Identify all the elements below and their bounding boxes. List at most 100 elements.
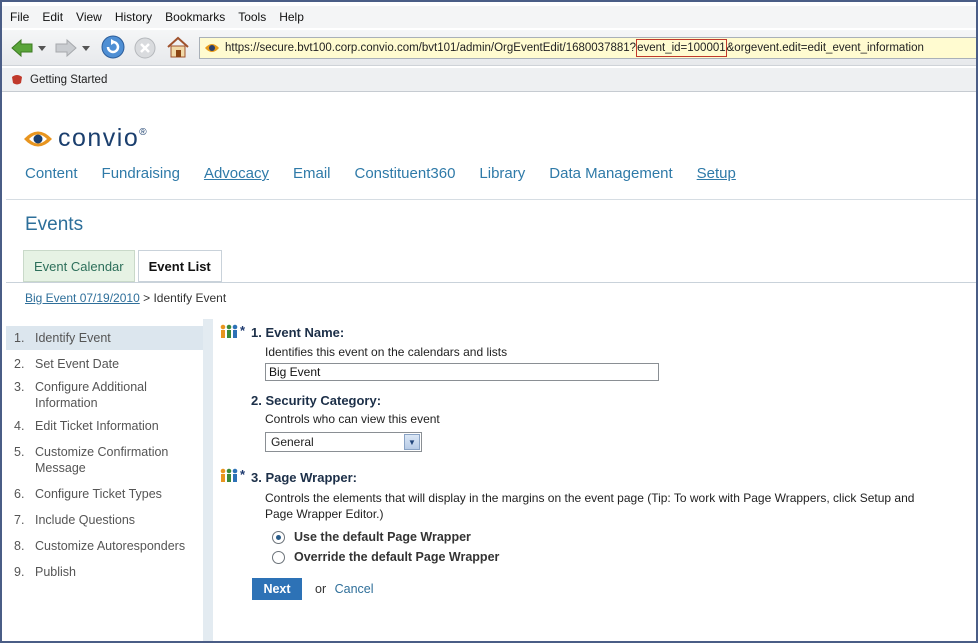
security-category-label: 2. Security Category: xyxy=(251,393,382,408)
step-label: Set Event Date xyxy=(35,357,120,371)
event-name-hint: Identifies this event on the calendars a… xyxy=(265,345,508,359)
browser-window: File Edit View History Bookmarks Tools H… xyxy=(0,0,978,643)
url-text-prefix: https://secure.bvt100.corp.convio.com/bv… xyxy=(225,42,637,54)
security-category-hint: Controls who can view this event xyxy=(265,412,440,426)
url-text-suffix: &orgevent.edit=edit_event_information xyxy=(726,42,924,54)
radio-use-default-wrapper[interactable]: Use the default Page Wrapper xyxy=(272,530,471,544)
radio-button[interactable] xyxy=(272,550,285,564)
radio-label: Use the default Page Wrapper xyxy=(294,530,471,544)
step-item-customize-autoresponders[interactable]: 8. Customize Autoresponders xyxy=(6,538,203,564)
getting-started-icon xyxy=(12,74,22,84)
step-item-include-questions[interactable]: 7. Include Questions xyxy=(6,512,203,538)
chevron-down-icon[interactable]: ▼ xyxy=(404,434,420,450)
or-text: or xyxy=(315,582,327,596)
cancel-group: or Cancel xyxy=(315,582,374,596)
step-label: Include Questions xyxy=(35,513,136,527)
tab-bar: Event Calendar Event List xyxy=(23,250,222,282)
step-number: 4. xyxy=(14,419,25,433)
step-item-configure-additional-information[interactable]: 3. Configure Additional Information xyxy=(6,379,203,417)
radio-button-selected[interactable] xyxy=(272,530,285,544)
step-label: Configure Additional Information xyxy=(35,380,147,410)
back-arrow-icon[interactable] xyxy=(10,38,36,58)
menu-history[interactable]: History xyxy=(115,10,152,24)
cancel-link[interactable]: Cancel xyxy=(335,582,374,596)
required-indicator: * xyxy=(240,323,246,338)
tab-event-calendar[interactable]: Event Calendar xyxy=(23,250,135,282)
page-title: Events xyxy=(25,214,84,235)
page-content: convio ® Content Fundraising Advocacy Ema… xyxy=(6,93,976,641)
bookmark-getting-started[interactable]: Getting Started xyxy=(30,74,107,86)
nav-fundraising[interactable]: Fundraising xyxy=(102,165,180,182)
nav-advocacy[interactable]: Advocacy xyxy=(204,165,269,182)
menu-tools[interactable]: Tools xyxy=(238,10,266,24)
step-item-customize-confirmation-message[interactable]: 5. Customize Confirmation Message xyxy=(6,444,203,486)
step-number: 7. xyxy=(14,513,25,527)
nav-constituent360[interactable]: Constituent360 xyxy=(355,165,456,182)
menu-help[interactable]: Help xyxy=(279,10,304,24)
people-icon xyxy=(220,324,238,338)
step-item-identify-event[interactable]: 1. Identify Event xyxy=(6,326,203,350)
step-item-edit-ticket-information[interactable]: 4. Edit Ticket Information xyxy=(6,418,203,444)
step-number: 3. xyxy=(14,380,25,394)
forward-history-dropdown-icon[interactable] xyxy=(82,44,90,52)
step-label: Publish xyxy=(35,565,76,579)
breadcrumb: Big Event 07/19/2010 > Identify Event xyxy=(25,291,226,305)
step-number: 8. xyxy=(14,539,25,553)
main-navigation: Content Fundraising Advocacy Email Const… xyxy=(25,165,760,182)
next-button[interactable]: Next xyxy=(252,578,302,600)
step-number: 1. xyxy=(14,331,25,345)
step-number: 6. xyxy=(14,487,25,501)
forward-arrow-icon[interactable] xyxy=(54,38,78,58)
step-label: Customize Autoresponders xyxy=(35,539,186,553)
breadcrumb-event-link[interactable]: Big Event 07/19/2010 xyxy=(25,291,140,305)
site-identity-icon[interactable] xyxy=(204,41,220,55)
step-item-set-event-date[interactable]: 2. Set Event Date xyxy=(6,352,203,376)
breadcrumb-current: Identify Event xyxy=(153,291,227,305)
menu-bookmarks[interactable]: Bookmarks xyxy=(165,10,225,24)
tab-event-list[interactable]: Event List xyxy=(137,250,222,282)
required-indicator: * xyxy=(240,467,246,482)
back-history-dropdown-icon[interactable] xyxy=(38,44,46,52)
step-number: 5. xyxy=(14,445,25,459)
menu-bar: File Edit View History Bookmarks Tools H… xyxy=(2,6,976,28)
people-icon xyxy=(220,468,238,482)
nav-library[interactable]: Library xyxy=(479,165,525,182)
step-number: 9. xyxy=(14,565,25,579)
menu-edit[interactable]: Edit xyxy=(42,10,63,24)
security-category-value: General xyxy=(271,435,314,449)
nav-content[interactable]: Content xyxy=(25,165,78,182)
convio-logo[interactable]: convio ® xyxy=(22,124,147,153)
page-wrapper-label: 3. Page Wrapper: xyxy=(251,470,357,485)
step-label: Customize Confirmation Message xyxy=(35,445,169,475)
security-category-select[interactable]: General ▼ xyxy=(265,432,422,452)
address-bar[interactable]: https://secure.bvt100.corp.convio.com/bv… xyxy=(199,37,976,59)
step-list: 1. Identify Event 2. Set Event Date 3. Conf… xyxy=(6,326,203,641)
page-wrapper-hint-line1: Controls the elements that will display … xyxy=(265,491,915,505)
step-label: Configure Ticket Types xyxy=(35,487,162,501)
radio-label: Override the default Page Wrapper xyxy=(294,550,500,564)
nav-divider xyxy=(6,199,976,200)
tab-divider xyxy=(6,282,976,283)
menu-file[interactable]: File xyxy=(10,10,29,24)
event-name-input[interactable] xyxy=(265,363,659,381)
bookmarks-toolbar: Getting Started xyxy=(2,68,976,92)
stop-icon[interactable] xyxy=(133,36,157,60)
breadcrumb-separator: > xyxy=(143,291,151,305)
nav-setup[interactable]: Setup xyxy=(697,165,736,182)
home-icon[interactable] xyxy=(165,35,191,59)
page-wrapper-hint-line2: Page Wrapper Editor.) xyxy=(265,507,384,521)
step-item-configure-ticket-types[interactable]: 6. Configure Ticket Types xyxy=(6,486,203,512)
registered-mark: ® xyxy=(139,127,147,138)
step-number: 2. xyxy=(14,357,25,371)
nav-email[interactable]: Email xyxy=(293,165,331,182)
brand-name: convio xyxy=(58,124,140,152)
convio-eye-icon xyxy=(24,131,52,146)
nav-data-management[interactable]: Data Management xyxy=(549,165,672,182)
radio-override-wrapper[interactable]: Override the default Page Wrapper xyxy=(272,550,499,564)
step-item-publish[interactable]: 9. Publish xyxy=(6,564,203,590)
menu-view[interactable]: View xyxy=(76,10,102,24)
step-label: Edit Ticket Information xyxy=(35,419,159,433)
reload-icon[interactable] xyxy=(100,34,126,60)
url-highlighted-event-id: event_id=100001 xyxy=(636,39,727,57)
navigation-toolbar: https://secure.bvt100.corp.convio.com/bv… xyxy=(2,30,976,66)
